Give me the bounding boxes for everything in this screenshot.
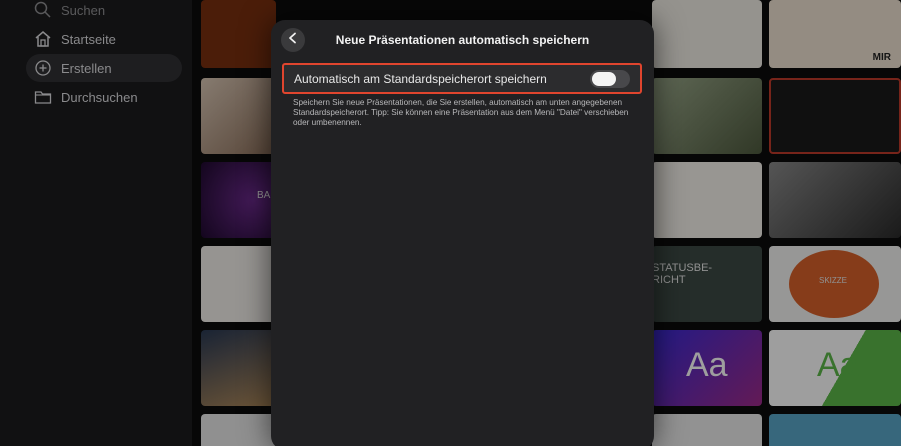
template-thumbnail[interactable]: Aa: [769, 330, 901, 406]
template-thumbnail[interactable]: SKIZZE: [769, 246, 901, 322]
template-thumbnail[interactable]: Aa: [652, 330, 762, 406]
template-thumbnail[interactable]: [652, 0, 762, 68]
template-thumbnail[interactable]: BA: [201, 162, 276, 238]
sidebar-item-search[interactable]: Suchen: [26, 0, 182, 24]
thumbnail-text: SKIZZE: [819, 276, 848, 285]
thumbnail-text: Aa: [686, 346, 728, 384]
thumbnail-text: BA: [257, 190, 271, 201]
app-window: Suchen Startseite Erstellen Durchsuchen …: [0, 0, 901, 446]
dialog-title: Neue Präsentationen automatisch speicher…: [335, 33, 590, 47]
template-thumbnail[interactable]: [652, 162, 762, 238]
template-thumbnail[interactable]: [769, 78, 901, 154]
toggle-knob: [592, 72, 616, 86]
template-thumbnail[interactable]: STATUSBE- RICHT: [652, 246, 762, 322]
template-thumbnail[interactable]: [769, 414, 901, 446]
search-icon: [33, 0, 53, 20]
template-thumbnail[interactable]: [201, 0, 276, 68]
sidebar: Suchen Startseite Erstellen Durchsuchen: [0, 0, 192, 446]
autosave-settings-dialog: Neue Präsentationen automatisch speicher…: [271, 20, 654, 446]
folder-icon: [33, 87, 53, 107]
template-thumbnail[interactable]: [201, 414, 276, 446]
thumbnail-text: STATUSBE- RICHT: [652, 262, 713, 286]
autosave-toggle[interactable]: [590, 70, 630, 88]
thumbnail-text: Aa: [817, 346, 859, 384]
autosave-help-text: Speichern Sie neue Präsentationen, die S…: [293, 98, 629, 127]
autosave-toggle-row[interactable]: Automatisch am Standardspeicherort speic…: [282, 63, 642, 94]
thumbnail-text: MIR: [872, 52, 891, 63]
sidebar-item-home[interactable]: Startseite: [26, 25, 182, 53]
template-thumbnail[interactable]: MIR: [769, 0, 901, 68]
template-thumbnail[interactable]: [201, 246, 276, 322]
template-thumbnail[interactable]: [769, 162, 901, 238]
autosave-toggle-label: Automatisch am Standardspeicherort speic…: [294, 72, 547, 86]
template-thumbnail[interactable]: [652, 78, 762, 154]
sidebar-item-label: Erstellen: [61, 60, 112, 76]
template-thumbnail[interactable]: [201, 78, 276, 154]
sidebar-item-label: Durchsuchen: [61, 89, 138, 105]
sidebar-item-label: Suchen: [61, 2, 106, 18]
home-icon: [33, 29, 53, 49]
sidebar-item-create[interactable]: Erstellen: [26, 54, 182, 82]
template-thumbnail[interactable]: [652, 414, 762, 446]
sidebar-item-label: Startseite: [61, 31, 116, 47]
plus-circle-icon: [33, 58, 53, 78]
sidebar-item-browse[interactable]: Durchsuchen: [26, 83, 182, 111]
template-thumbnail[interactable]: [201, 330, 276, 406]
